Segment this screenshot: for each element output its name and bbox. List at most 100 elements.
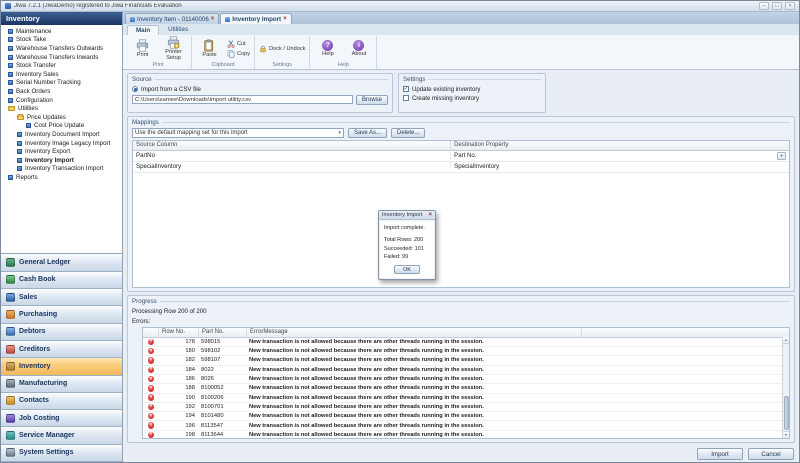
maximize-button[interactable]: □ — [772, 2, 782, 10]
sidebar-item-warehouse-transfers-outwards[interactable]: Warehouse Transfers Outwards — [1, 44, 122, 53]
nav-service-manager[interactable]: Service Manager — [1, 427, 122, 444]
delete-button[interactable]: Delete... — [391, 128, 425, 138]
error-icon: × — [148, 432, 155, 439]
save-as-button[interactable]: Save As... — [348, 128, 387, 138]
nav-debtors[interactable]: Debtors — [1, 324, 122, 341]
print-button[interactable]: Print — [129, 39, 156, 59]
mapping-destination-cell[interactable]: Part No. ▾ — [451, 151, 789, 161]
mapping-row[interactable]: PartNo Part No. ▾ — [133, 151, 789, 162]
sidebar-item-stock-take[interactable]: Stock Take — [1, 36, 122, 45]
mapping-row[interactable]: SpecialInventory SpecialInventory — [133, 162, 789, 173]
column-header-part-no[interactable]: Part No. — [199, 328, 247, 337]
minimize-button[interactable]: – — [759, 2, 769, 10]
error-icon: × — [148, 376, 155, 383]
nav-contacts[interactable]: Contacts — [1, 393, 122, 410]
error-row[interactable]: ×1908100206New transaction is not allowe… — [143, 394, 789, 403]
csv-radio[interactable] — [132, 86, 138, 92]
nav-sales[interactable]: Sales — [1, 289, 122, 306]
tab-close-icon[interactable]: × — [283, 16, 287, 22]
column-header-status[interactable] — [143, 328, 159, 337]
nav-job-costing[interactable]: Job Costing — [1, 410, 122, 427]
ok-button[interactable]: OK — [394, 265, 420, 274]
nav-inventory[interactable]: Inventory — [1, 358, 122, 375]
import-button[interactable]: Import — [697, 448, 743, 460]
sidebar-item-utilities[interactable]: Utilities — [1, 104, 122, 113]
error-icon: × — [148, 357, 155, 364]
sidebar-item-price-updates[interactable]: Price Updates — [1, 113, 122, 122]
ribbon-group-help: ? Help i About Help — [310, 36, 377, 69]
sidebar-item-stock-transfer[interactable]: Stock Transfer — [1, 61, 122, 70]
close-button[interactable]: × — [785, 2, 795, 10]
help-button[interactable]: ? Help — [314, 40, 341, 58]
sidebar-item-inventory-transaction-import[interactable]: Inventory Transaction Import — [1, 165, 122, 174]
error-icon: × — [148, 404, 155, 411]
mappings-grid: Source Column Destination Property PartN… — [132, 140, 790, 288]
error-icon: × — [148, 367, 155, 374]
sidebar-item-warehouse-transfers-inwards[interactable]: Warehouse Transfers Inwards — [1, 53, 122, 62]
error-row[interactable]: ×1948101480New transaction is not allowe… — [143, 412, 789, 421]
sidebar-item-inventory-export[interactable]: Inventory Export — [1, 147, 122, 156]
update-existing-checkbox[interactable]: ✓ — [403, 86, 409, 92]
cancel-button[interactable]: Cancel — [748, 448, 794, 460]
csv-path-input[interactable] — [132, 95, 353, 104]
error-icon: × — [148, 385, 155, 392]
tab-inventory-item[interactable]: Inventory Item - 01140006 × — [125, 13, 219, 24]
error-part-no: 8100701 — [199, 403, 247, 411]
sidebar-item-inventory-import[interactable]: Inventory Import — [1, 156, 122, 165]
nav-cash-book[interactable]: Cash Book — [1, 272, 122, 289]
scrollbar-thumb[interactable] — [784, 396, 789, 430]
cut-button[interactable]: Cut — [227, 40, 250, 48]
mapping-destination-cell[interactable]: SpecialInventory — [451, 162, 789, 172]
nav-system-settings[interactable]: System Settings — [1, 445, 122, 462]
sidebar-item-cost-price-update[interactable]: Cost Price Update — [1, 122, 122, 131]
tab-inventory-import[interactable]: Inventory Import × — [220, 13, 291, 24]
error-row[interactable]: ×180598102New transaction is not allowed… — [143, 347, 789, 356]
sidebar-item-back-orders[interactable]: Back Orders — [1, 87, 122, 96]
sidebar-item-maintenance[interactable]: Maintenance — [1, 27, 122, 36]
sidebar-item-reports[interactable]: Reports — [1, 173, 122, 182]
column-header-error-message[interactable]: ErrorMessage — [247, 328, 582, 337]
create-missing-checkbox[interactable]: ✓ — [403, 95, 409, 101]
nav-creditors[interactable]: Creditors — [1, 341, 122, 358]
error-row[interactable]: ×178598015New transaction is not allowed… — [143, 338, 789, 347]
scroll-up-icon[interactable]: ▲ — [783, 337, 789, 344]
sidebar-item-serial-number-tracking[interactable]: Serial Number Tracking — [1, 79, 122, 88]
sidebar-item-configuration[interactable]: Configuration — [1, 96, 122, 105]
error-part-no: 598102 — [199, 347, 247, 355]
ribbon-tab-main[interactable]: Main — [127, 25, 159, 35]
nav-purchasing[interactable]: Purchasing — [1, 306, 122, 323]
column-header-destination[interactable]: Destination Property — [451, 141, 789, 150]
sidebar-item-inventory-document-import[interactable]: Inventory Document Import — [1, 130, 122, 139]
error-row[interactable]: ×1988113644New transaction is not allowe… — [143, 431, 789, 439]
dialog-close-icon[interactable]: × — [428, 212, 432, 218]
creditors-icon — [6, 345, 15, 354]
mapping-set-select[interactable]: Use the default mapping set for this imp… — [132, 128, 344, 138]
printer-setup-icon — [167, 36, 180, 49]
ribbon-tab-utilities[interactable]: Utilities — [160, 25, 196, 35]
tab-close-icon[interactable]: × — [211, 16, 215, 22]
ribbon-group-label: Print — [129, 62, 187, 69]
paste-button[interactable]: Paste — [196, 39, 223, 59]
column-header-row-no[interactable]: Row No. — [159, 328, 199, 337]
nav-general-ledger[interactable]: General Ledger — [1, 254, 122, 271]
error-row[interactable]: ×1868026New transaction is not allowed b… — [143, 375, 789, 384]
vertical-scrollbar[interactable]: ▲ ▼ — [782, 337, 789, 438]
nav-manufacturing[interactable]: Manufacturing — [1, 376, 122, 393]
chevron-down-icon[interactable]: ▾ — [777, 152, 786, 160]
dock-undock-button[interactable]: Dock / Undock — [259, 45, 305, 53]
dialog-succeeded: Succeeded: 101 — [384, 246, 430, 252]
error-row[interactable]: ×1848022New transaction is not allowed b… — [143, 366, 789, 375]
error-row[interactable]: ×1888100052New transaction is not allowe… — [143, 384, 789, 393]
printer-setup-button[interactable]: Printer Setup — [160, 36, 187, 62]
copy-button[interactable]: Copy — [227, 50, 250, 58]
error-row[interactable]: ×182598107New transaction is not allowed… — [143, 356, 789, 365]
browse-button[interactable]: Browse — [356, 95, 388, 105]
sidebar-item-inventory-sales[interactable]: Inventory Sales — [1, 70, 122, 79]
about-button[interactable]: i About — [345, 40, 372, 58]
scroll-down-icon[interactable]: ▼ — [783, 431, 789, 438]
error-row[interactable]: ×1968113547New transaction is not allowe… — [143, 421, 789, 430]
footer-bar: Import Cancel — [123, 446, 799, 462]
error-row[interactable]: ×1928100701New transaction is not allowe… — [143, 403, 789, 412]
column-header-source[interactable]: Source Column — [133, 141, 451, 150]
sidebar-item-inventory-image-legacy-import[interactable]: Inventory Image Legacy Import — [1, 139, 122, 148]
